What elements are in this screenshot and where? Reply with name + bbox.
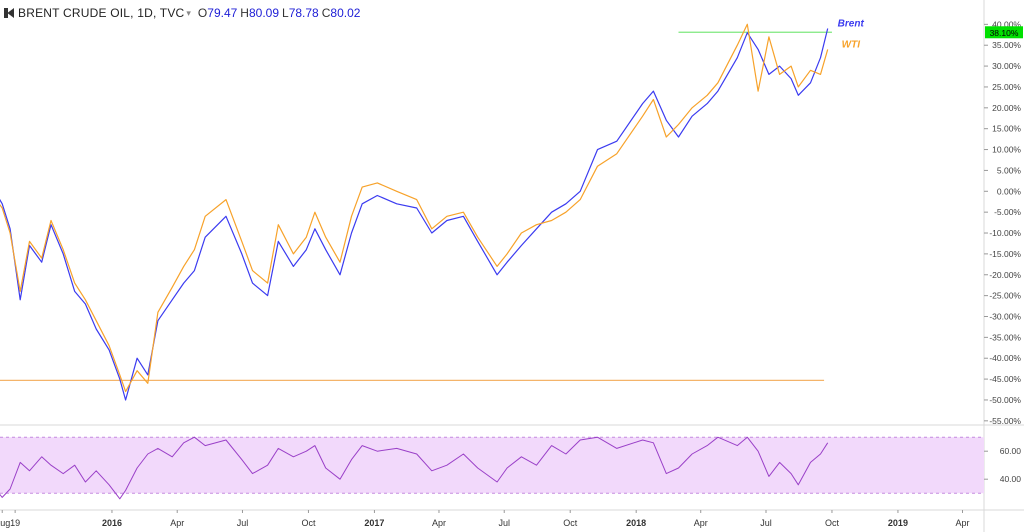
time-tick-label: 2017 <box>364 518 384 528</box>
price-tick-label: -25.00% <box>989 291 1021 301</box>
time-tick-label: Oct <box>825 518 840 528</box>
oscillator-tick-label: 60.00 <box>1000 446 1022 456</box>
oscillator-band <box>0 437 984 494</box>
time-tick-label: 2016 <box>102 518 122 528</box>
price-tick-label: -30.00% <box>989 311 1021 321</box>
price-tick-label: -5.00% <box>994 207 1021 217</box>
time-tick-label: Apr <box>432 518 446 528</box>
time-tick-label: Jul <box>760 518 772 528</box>
price-tick-label: -10.00% <box>989 228 1021 238</box>
price-tick-label: -55.00% <box>989 416 1021 426</box>
time-tick-label: 2018 <box>626 518 646 528</box>
price-tick-label: 15.00% <box>992 124 1021 134</box>
time-tick-label: 19 <box>10 518 20 528</box>
series-label-wti: WTI <box>842 39 861 50</box>
price-tick-label: 30.00% <box>992 61 1021 71</box>
chart-canvas[interactable]: 40.00%35.00%30.00%25.00%20.00%15.00%10.0… <box>0 0 1024 532</box>
time-tick-label: Apr <box>170 518 184 528</box>
time-tick-label: Apr <box>694 518 708 528</box>
price-tick-label: 5.00% <box>997 165 1022 175</box>
series-line-brent <box>0 28 829 401</box>
time-tick-label: 2019 <box>888 518 908 528</box>
price-tick-label: 25.00% <box>992 82 1021 92</box>
price-tick-label: -20.00% <box>989 270 1021 280</box>
price-tick-label: 0.00% <box>997 186 1022 196</box>
last-value-label: 38.10% <box>990 28 1019 38</box>
price-tick-label: -50.00% <box>989 395 1021 405</box>
time-tick-label: Oct <box>301 518 316 528</box>
price-tick-label: 10.00% <box>992 145 1021 155</box>
price-tick-label: -35.00% <box>989 332 1021 342</box>
price-tick-label: 35.00% <box>992 40 1021 50</box>
oscillator-tick-label: 40.00 <box>1000 474 1022 484</box>
time-tick-label: Aug <box>0 518 10 528</box>
price-tick-label: 20.00% <box>992 103 1021 113</box>
price-tick-label: -45.00% <box>989 374 1021 384</box>
time-tick-label: Apr <box>955 518 969 528</box>
time-tick-label: Oct <box>563 518 578 528</box>
price-tick-label: -40.00% <box>989 353 1021 363</box>
time-tick-label: Jul <box>498 518 510 528</box>
time-tick-label: Jul <box>237 518 249 528</box>
series-label-brent: Brent <box>838 19 865 30</box>
price-tick-label: -15.00% <box>989 249 1021 259</box>
